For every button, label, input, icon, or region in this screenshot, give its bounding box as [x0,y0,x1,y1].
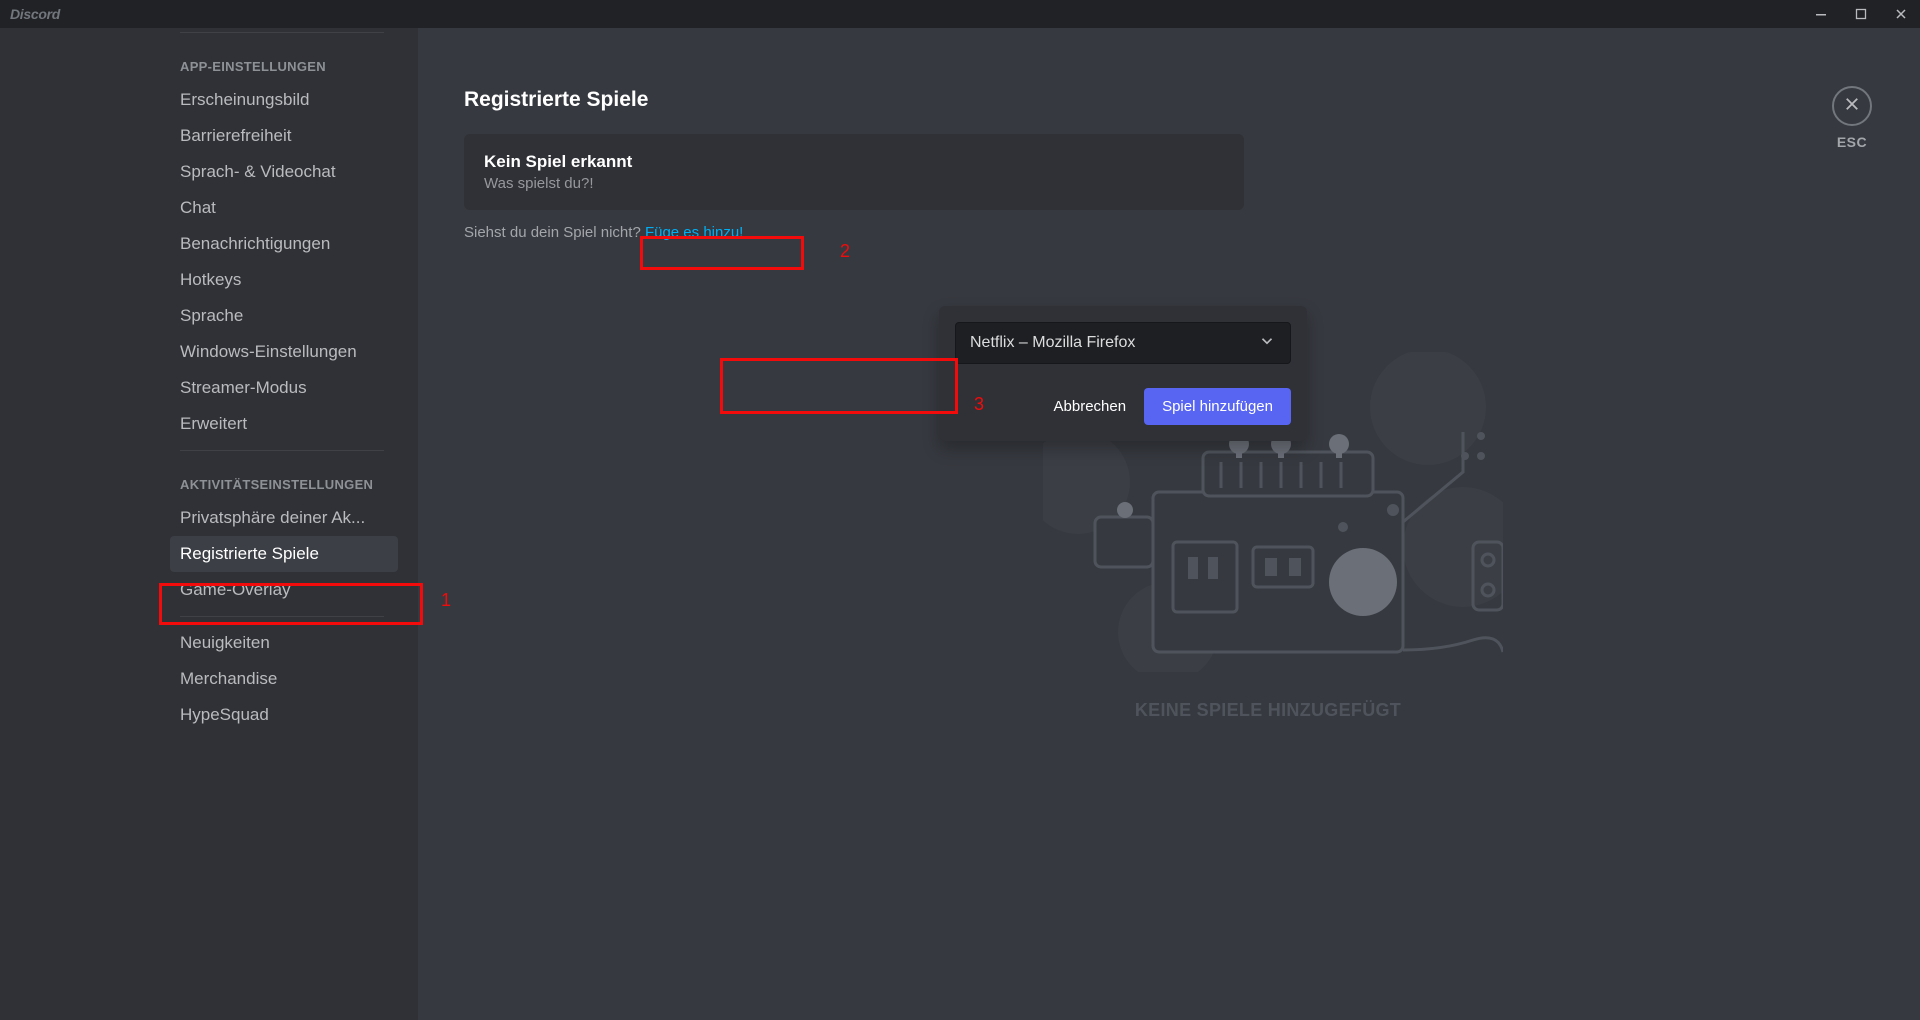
sidebar-item-appearance[interactable]: Erscheinungsbild [180,82,398,118]
add-prompt: Siehst du dein Spiel nicht? Füge es hinz… [464,224,1880,241]
annotation-label-3: 3 [974,394,984,415]
sidebar-item-merch[interactable]: Merchandise [180,661,398,697]
sidebar-item-chat[interactable]: Chat [180,190,398,226]
sidebar-item-advanced[interactable]: Erweitert [180,406,398,442]
close-button[interactable] [1832,86,1872,126]
popover-actions: Abbrechen Spiel hinzufügen [955,388,1291,425]
sidebar-category-activity: AKTIVITÄTSEINSTELLUNGEN [180,459,418,500]
minimize-button[interactable] [1802,0,1840,28]
close-icon [1843,95,1861,118]
sidebar-item-accessibility[interactable]: Barrierefreiheit [180,118,398,154]
window-controls [1802,0,1920,28]
no-game-card: Kein Spiel erkannt Was spielst du?! [464,134,1244,210]
sidebar-item-voice[interactable]: Sprach- & Videochat [180,154,398,190]
sidebar-item-language[interactable]: Sprache [180,298,398,334]
divider [180,616,384,617]
maximize-button[interactable] [1842,0,1880,28]
sidebar-item-registered-games[interactable]: Registrierte Spiele [170,536,398,572]
no-game-subtitle: Was spielst du?! [484,175,1224,192]
sidebar-item-hypesquad[interactable]: HypeSquad [180,697,398,733]
sidebar-item-news[interactable]: Neuigkeiten [180,625,398,661]
sidebar-item-overlay[interactable]: Game-Overlay [180,572,398,608]
sidebar-item-hotkeys[interactable]: Hotkeys [180,262,398,298]
divider [180,450,384,451]
close-window-button[interactable] [1882,0,1920,28]
sidebar-item-notifications[interactable]: Benachrichtigungen [180,226,398,262]
game-select-value: Netflix – Mozilla Firefox [970,334,1135,352]
divider [180,32,384,33]
add-game-button[interactable]: Spiel hinzufügen [1144,388,1291,425]
cancel-button[interactable]: Abbrechen [1054,398,1127,415]
annotation-label-2: 2 [840,241,850,262]
game-select[interactable]: Netflix – Mozilla Firefox [955,322,1291,364]
no-game-title: Kein Spiel erkannt [484,152,1224,172]
page-title: Registrierte Spiele [464,88,1880,112]
esc-label: ESC [1837,134,1867,150]
app-brand: Discord [10,6,60,22]
add-game-link[interactable]: Füge es hinzu! [645,224,743,241]
annotation-label-1: 1 [441,590,451,611]
close-settings: ESC [1832,86,1872,150]
title-bar: Discord [0,0,1920,28]
app-body: APP-EINSTELLUNGEN Erscheinungsbild Barri… [0,28,1920,1020]
chevron-down-icon [1258,332,1276,355]
settings-sidebar: APP-EINSTELLUNGEN Erscheinungsbild Barri… [0,28,418,1020]
sidebar-item-activity-privacy[interactable]: Privatsphäre deiner Ak... [180,500,398,536]
sidebar-category-app: APP-EINSTELLUNGEN [180,41,418,82]
sidebar-item-streamer[interactable]: Streamer-Modus [180,370,398,406]
add-game-popover: Netflix – Mozilla Firefox Abbrechen Spie… [939,306,1307,441]
sidebar-item-windows[interactable]: Windows-Einstellungen [180,334,398,370]
empty-state-label: KEINE SPIELE HINZUGEFÜGT [878,700,1658,721]
add-prompt-text: Siehst du dein Spiel nicht? [464,224,645,241]
settings-content: Registrierte Spiele Kein Spiel erkannt W… [418,28,1920,1020]
